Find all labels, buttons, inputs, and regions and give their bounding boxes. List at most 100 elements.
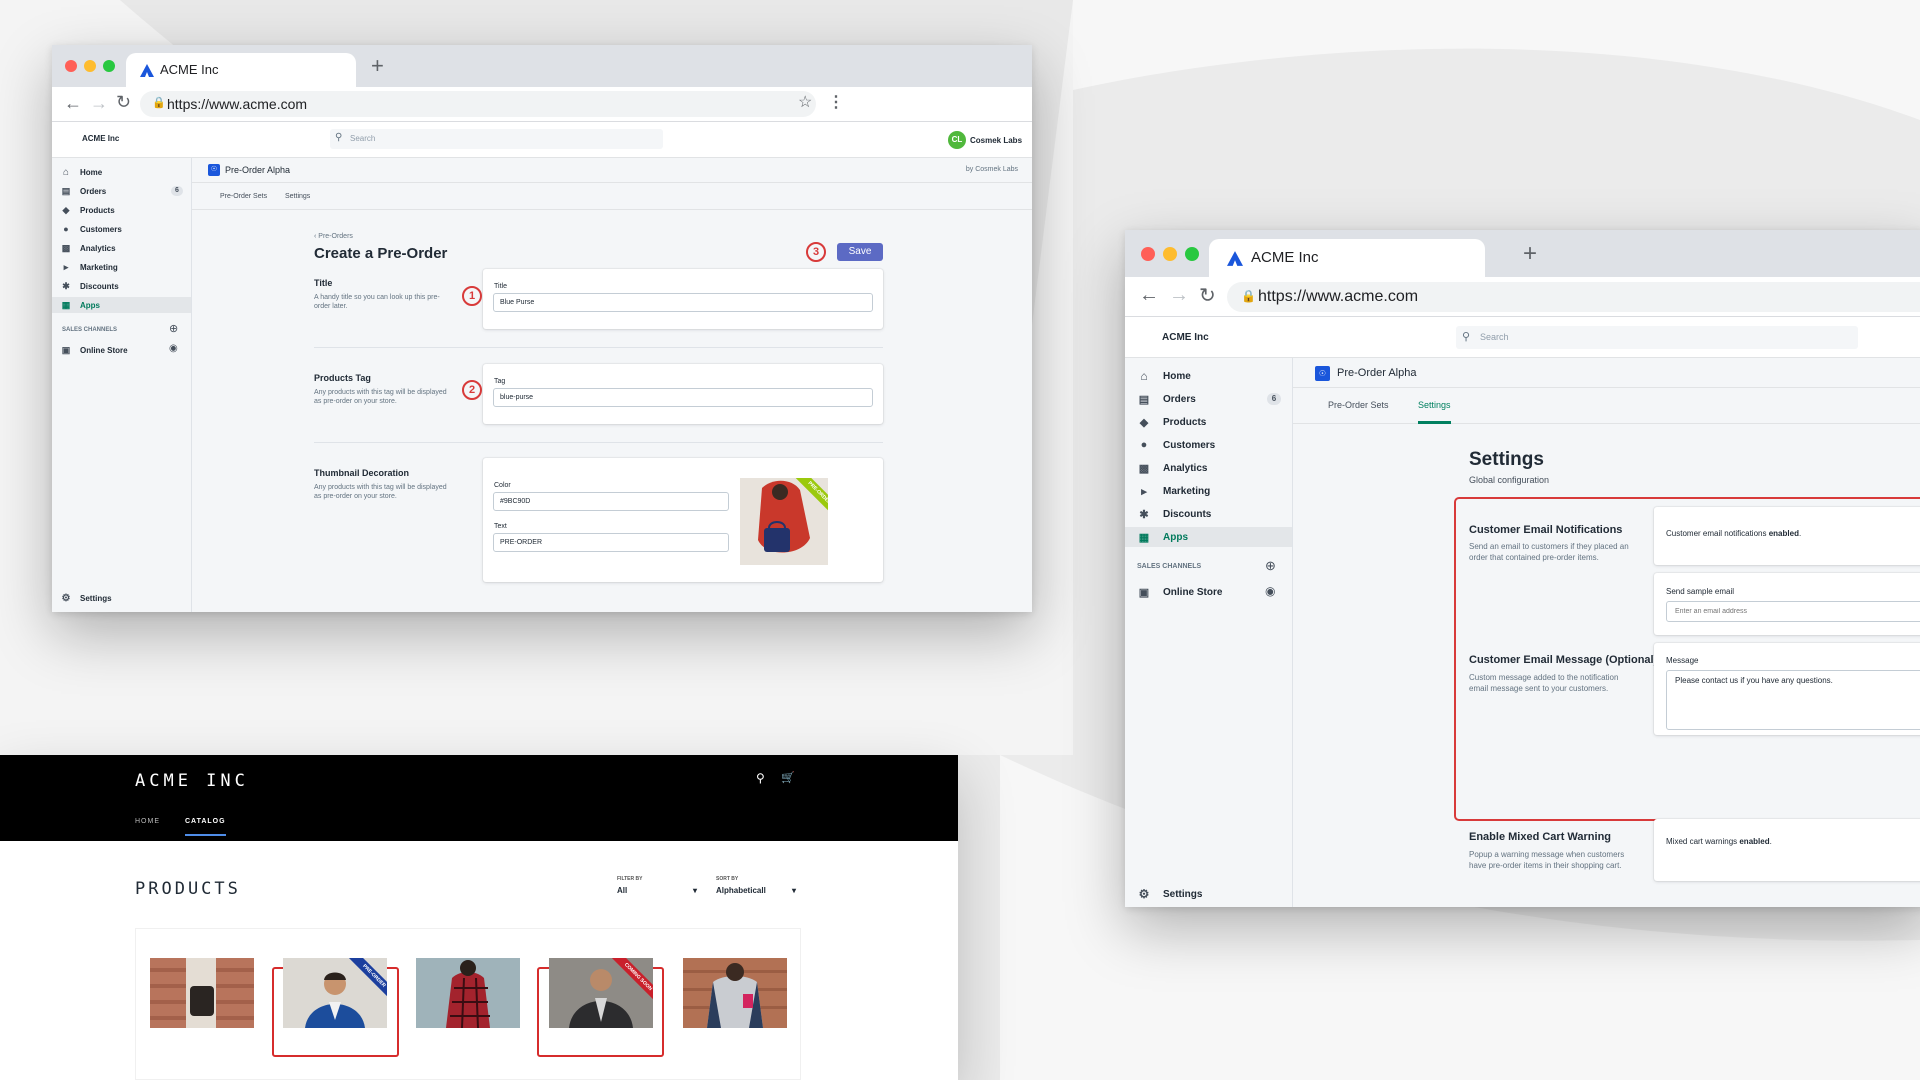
sidebar-item-discounts[interactable]: ✱ Discounts — [1125, 504, 1292, 524]
close-window-dot[interactable] — [1141, 247, 1155, 261]
sidebar-item-orders[interactable]: ▤ Orders 6 — [1125, 389, 1292, 409]
megaphone-icon: ▸ — [1141, 485, 1147, 498]
color-input[interactable]: #9BC90D — [493, 492, 729, 511]
user-name[interactable]: Cosmek Labs — [970, 136, 1022, 145]
tab-settings[interactable]: Settings — [1418, 400, 1451, 424]
sidebar-item-products[interactable]: ◆ Products — [1125, 412, 1292, 432]
sidebar-item-settings[interactable]: ⚙ Settings — [52, 590, 191, 606]
admin-search-input[interactable]: ⚲ Search — [330, 129, 663, 149]
product-thumbnail-3[interactable] — [416, 958, 520, 1028]
orders-count-badge: 6 — [1267, 393, 1281, 405]
browser-tab[interactable]: ACME Inc — [1209, 239, 1485, 277]
url-field[interactable]: 🔒 https://www.acme.com — [140, 91, 816, 117]
nav-home[interactable]: HOME — [135, 818, 160, 825]
maximize-window-dot[interactable] — [103, 60, 115, 72]
filter-select[interactable]: All ▾ — [617, 886, 697, 895]
back-arrow-icon[interactable]: ← — [1139, 284, 1159, 307]
add-channel-icon[interactable]: ⊕ — [1265, 558, 1276, 574]
mixed-cart-status-card: Mixed cart warnings enabled. — [1654, 819, 1920, 881]
admin-main: ☉ Pre-Order Alpha Pre-Order Sets Setting… — [1293, 358, 1920, 907]
product-image-1 — [150, 958, 254, 1028]
sample-email-input[interactable] — [1666, 601, 1920, 622]
cart-icon[interactable]: 🛒 — [781, 771, 795, 784]
title-field-label: Title — [494, 283, 507, 290]
admin-search-input[interactable]: ⚲ Search — [1456, 326, 1858, 349]
app-logo-icon: ☉ — [1315, 366, 1330, 381]
thumbnail-section-heading: Thumbnail Decoration — [314, 468, 410, 478]
new-tab-button[interactable]: + — [1523, 240, 1537, 268]
product-thumbnail-1[interactable] — [150, 958, 254, 1028]
url-field[interactable]: 🔒 https://www.acme.com — [1227, 282, 1920, 312]
app-header: ☉ Pre-Order Alpha by Cosmek Labs — [192, 158, 1032, 183]
page-subtitle: Global configuration — [1469, 475, 1550, 485]
sidebar-item-analytics[interactable]: ▩ Analytics — [52, 240, 191, 256]
lock-icon: 🔒 — [1241, 289, 1256, 303]
browser-tab[interactable]: ACME Inc — [126, 53, 356, 87]
forward-arrow-icon[interactable]: → — [1169, 284, 1189, 307]
message-card: Message Please contact us if you have an… — [1654, 643, 1920, 735]
browser-menu-icon[interactable]: ⋮ — [828, 92, 844, 112]
product-thumbnail-5[interactable] — [683, 958, 787, 1028]
bar-chart-icon: ▩ — [1138, 462, 1150, 475]
address-bar: ← → ↻ 🔒 https://www.acme.com — [1125, 277, 1920, 317]
sidebar-item-apps[interactable]: ▦ Apps — [52, 297, 191, 313]
storefront-header: ACME INC ⚲ 🛒 HOME CATALOG — [0, 755, 958, 841]
sidebar-item-analytics[interactable]: ▩ Analytics — [1125, 458, 1292, 478]
app-name: Pre-Order Alpha — [1337, 367, 1417, 379]
sidebar-item-products[interactable]: ◆ Products — [52, 202, 191, 218]
browser-tab-bar: ACME Inc + — [52, 45, 1032, 87]
product-image-5 — [683, 958, 787, 1028]
reload-icon[interactable]: ↻ — [1199, 283, 1216, 308]
avatar[interactable]: CL — [948, 131, 966, 149]
tag-input[interactable]: blue-purse — [493, 388, 873, 407]
tab-settings[interactable]: Settings — [285, 193, 310, 200]
product-thumbnail-4[interactable]: COMING SOON — [549, 958, 653, 1028]
breadcrumb[interactable]: ‹ Pre-Orders — [314, 233, 353, 240]
mixed-cart-heading: Enable Mixed Cart Warning — [1469, 831, 1612, 843]
view-store-eye-icon[interactable]: ◉ — [169, 343, 178, 354]
sidebar-item-customers[interactable]: ● Customers — [1125, 435, 1292, 455]
add-channel-icon[interactable]: ⊕ — [169, 322, 178, 335]
admin-sidebar: ⌂ Home ▤ Orders 6 ◆ Products ● Customers ▩ Ana… — [1125, 358, 1293, 907]
minimize-window-dot[interactable] — [84, 60, 96, 72]
close-window-dot[interactable] — [65, 60, 77, 72]
sort-select[interactable]: Alphabeticall ▾ — [716, 886, 796, 895]
tab-pre-order-sets[interactable]: Pre-Order Sets — [220, 193, 267, 200]
sidebar-item-orders[interactable]: ▤ Orders 6 — [52, 183, 191, 199]
products-heading: PRODUCTS — [135, 879, 241, 899]
bookmark-star-icon[interactable]: ☆ — [798, 92, 812, 112]
nav-catalog[interactable]: CATALOG — [185, 818, 226, 836]
sidebar-item-marketing[interactable]: ▸ Marketing — [1125, 481, 1292, 501]
sidebar-item-apps[interactable]: ▦ Apps — [1125, 527, 1292, 547]
forward-arrow-icon[interactable]: → — [90, 93, 108, 114]
text-input[interactable]: PRE-ORDER — [493, 533, 729, 552]
message-textarea[interactable]: Please contact us if you have any questi… — [1666, 670, 1920, 730]
gear-icon: ⚙ — [1138, 887, 1150, 901]
sidebar-item-customers[interactable]: ● Customers — [52, 221, 191, 237]
sidebar-item-home[interactable]: ⌂ Home — [1125, 366, 1292, 386]
minimize-window-dot[interactable] — [1163, 247, 1177, 261]
chevron-down-icon: ▾ — [791, 886, 796, 895]
search-icon[interactable]: ⚲ — [756, 771, 765, 785]
store-name: ACME Inc — [82, 134, 120, 143]
tab-pre-order-sets[interactable]: Pre-Order Sets — [1328, 400, 1389, 410]
product-thumbnail-2[interactable]: PRE-ORDER — [283, 958, 387, 1028]
new-tab-button[interactable]: + — [371, 53, 384, 79]
back-arrow-icon[interactable]: ← — [64, 93, 82, 114]
store-name: ACME Inc — [1162, 332, 1209, 343]
thumbnail-card: Color #9BC90D Text PRE-ORDER PRE-ORDER — [483, 458, 883, 582]
discount-icon: ✱ — [62, 280, 70, 291]
notifications-help: Send an email to customers if they place… — [1469, 542, 1629, 562]
save-button[interactable]: Save — [837, 243, 883, 261]
sidebar-item-marketing[interactable]: ▸ Marketing — [52, 259, 191, 275]
sidebar-item-home[interactable]: ⌂ Home — [52, 164, 191, 180]
reload-icon[interactable]: ↻ — [116, 92, 131, 113]
title-input[interactable]: Blue Purse — [493, 293, 873, 312]
maximize-window-dot[interactable] — [1185, 247, 1199, 261]
view-store-eye-icon[interactable]: ◉ — [1265, 584, 1275, 598]
store-logo[interactable]: ACME INC — [135, 771, 249, 791]
sidebar-item-settings[interactable]: ⚙ Settings — [1125, 884, 1292, 904]
app-tabs: Pre-Order Sets Settings — [192, 183, 1032, 210]
product-image-3 — [416, 958, 520, 1028]
sidebar-item-discounts[interactable]: ✱ Discounts — [52, 278, 191, 294]
